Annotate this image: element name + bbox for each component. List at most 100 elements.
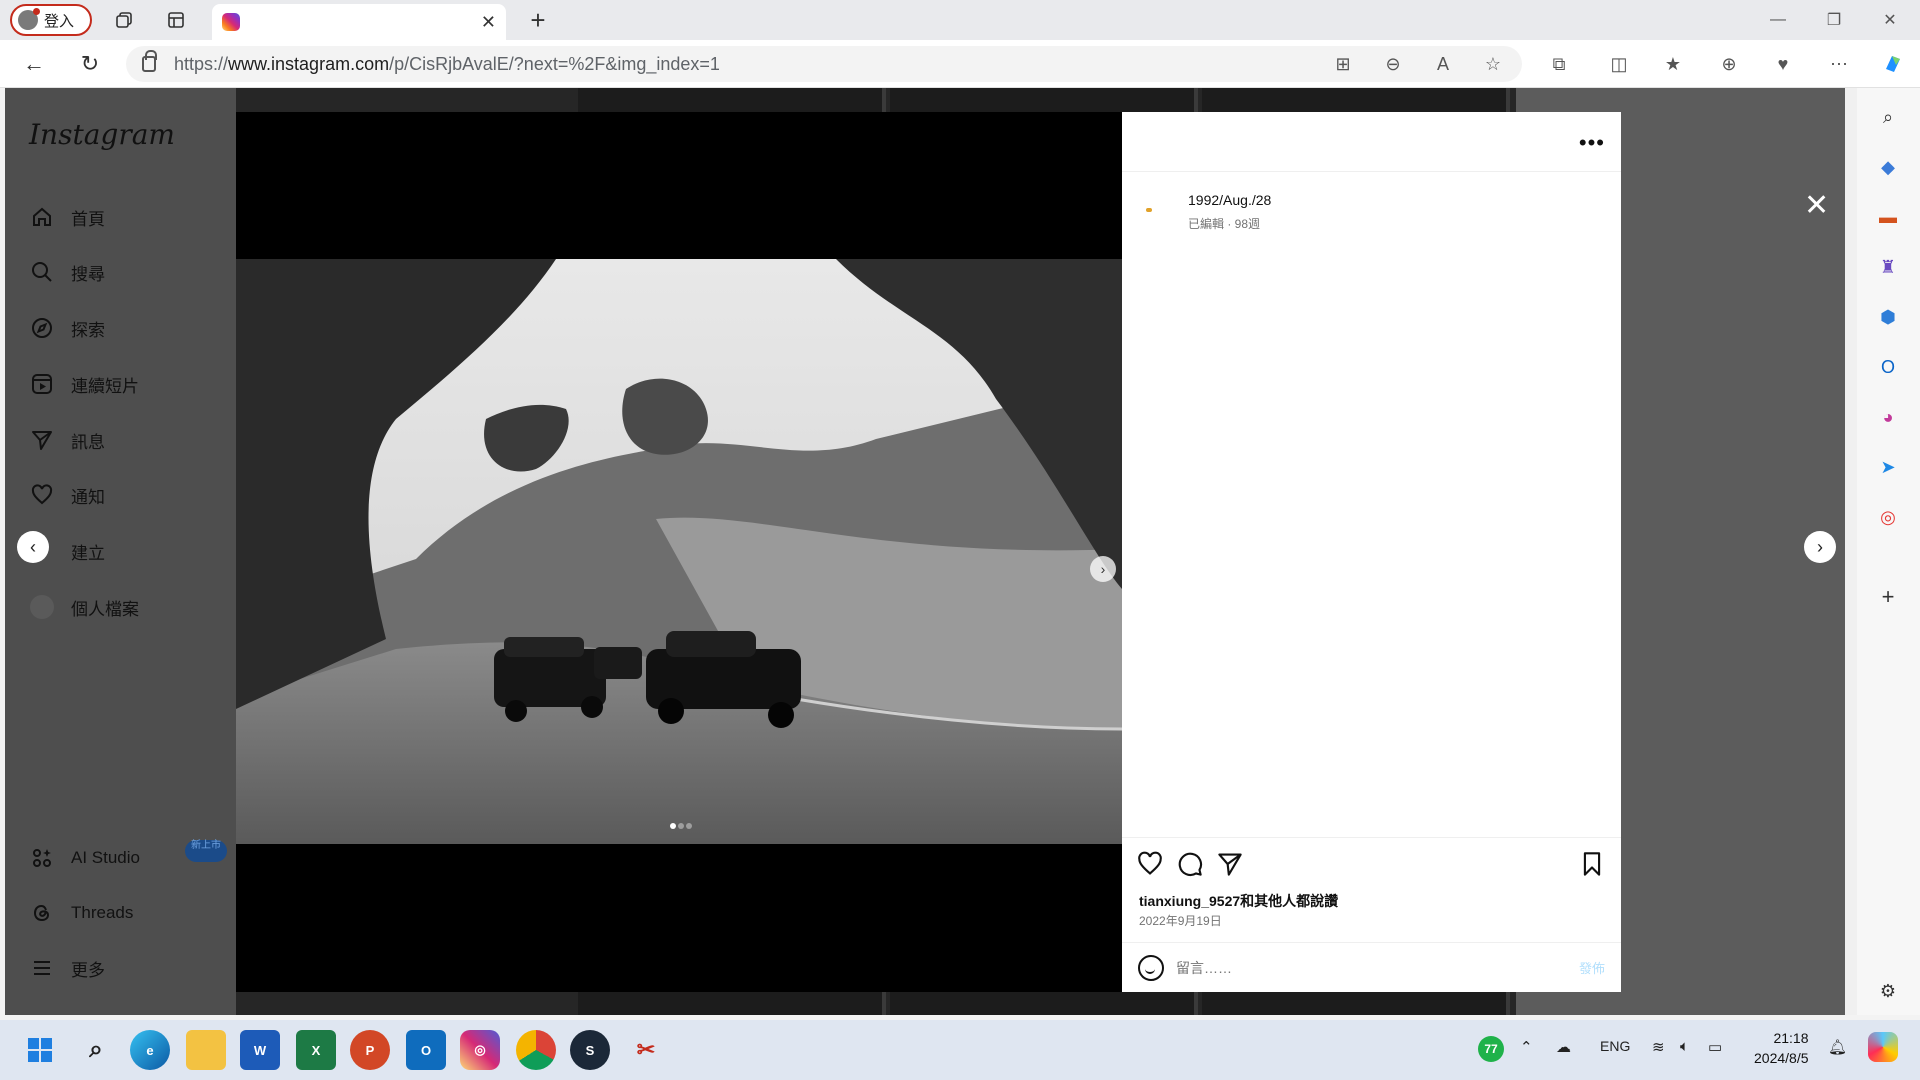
page-scrollbar[interactable] [1845,88,1857,1015]
battery-level-badge[interactable]: 77 [1478,1036,1504,1062]
windows-taskbar: ⌕ e W X P O ◎ S ✂ 77 ⌃ ☁ ENG ≋ 🔈︎ ▭ 21:1… [0,1020,1920,1080]
emoji-icon[interactable] [1138,954,1164,981]
file-explorer-icon[interactable] [186,1030,226,1070]
games-icon[interactable]: ♜ [1873,252,1903,282]
tools-icon[interactable]: ▬ [1873,202,1903,232]
lock-icon [142,50,157,72]
post-comment-button[interactable]: 發佈 [1579,958,1605,977]
settings-more-icon[interactable]: ⋯ [1822,48,1856,80]
bookmark-icon[interactable] [1578,850,1606,878]
new-tab-button[interactable]: + [520,4,556,36]
nav-messages[interactable]: 訊息 [29,420,105,460]
nav-profile-label: 個人檔案 [71,599,139,619]
excel-icon[interactable]: X [296,1030,336,1070]
volume-icon[interactable]: 🔈︎ [1680,1038,1689,1055]
window-close-icon[interactable]: ✕ [1862,4,1918,36]
author-avatar[interactable] [1146,208,1152,212]
like-heart-icon[interactable] [1136,850,1164,878]
post-details-panel: ••• 1992/Aug./28 已編輯 · 98週 tianxiung_952… [1122,112,1621,992]
nav-search[interactable]: 搜尋 [29,252,105,292]
language-indicator[interactable]: ENG [1600,1038,1630,1054]
nav-more[interactable]: 更多 [29,948,105,988]
nav-explore[interactable]: 探索 [29,308,105,348]
grid-thumbnail [1202,88,1510,112]
outlook-taskbar-icon[interactable]: O [406,1030,446,1070]
taskbar-search-icon[interactable]: ⌕ [76,1030,116,1070]
split-screen-icon[interactable]: ◫ [1602,48,1636,80]
instagram-logo[interactable]: Instagram [29,118,175,151]
telegram-icon[interactable]: ➤ [1873,452,1903,482]
likes-summary[interactable]: tianxiung_9527和其他人都說讚 [1139,891,1338,911]
onedrive-icon[interactable]: ☁ [1556,1038,1571,1056]
close-modal-icon[interactable]: ✕ [1804,188,1829,223]
nav-home[interactable]: 首頁 [29,197,105,237]
instagram-app-icon[interactable]: ◎ [460,1030,500,1070]
nav-reels[interactable]: 連續短片 [29,364,139,404]
post-caption: 1992/Aug./28 [1188,192,1272,208]
tab-close-icon[interactable]: ✕ [481,12,496,33]
copilot-icon[interactable] [1876,48,1910,80]
share-send-icon[interactable] [1216,850,1244,878]
sidebar-settings-icon[interactable]: ⚙ [1873,976,1903,1006]
comment-input[interactable] [1176,959,1556,976]
grid-thumbnail [578,88,886,112]
restore-icon[interactable]: ❐ [1806,4,1862,36]
back-arrow-icon[interactable]: ← [16,48,52,80]
reels-icon [29,371,55,397]
ring-app-icon[interactable]: ◎ [1873,502,1903,532]
post-date[interactable]: 2022年9月19日 [1139,912,1222,929]
windows-start-icon[interactable] [20,1030,60,1070]
shopping-tag-icon[interactable]: ◆ [1873,152,1903,182]
microsoft365-icon[interactable]: ⬢ [1873,302,1903,332]
chrome-icon[interactable] [516,1030,556,1070]
read-aloud-icon[interactable]: A [1426,48,1460,80]
comment-bubble-icon[interactable] [1176,850,1204,878]
nav-notifications-label: 通知 [71,487,105,507]
system-clock[interactable]: 21:18 2024/8/5 [1754,1028,1809,1068]
nav-ai-studio[interactable]: AI Studio [29,838,140,878]
favorite-star-icon[interactable]: ☆ [1476,48,1510,80]
more-options-icon[interactable]: ••• [1579,130,1605,156]
powerpoint-icon[interactable]: P [350,1030,390,1070]
outlook-icon[interactable]: O [1873,352,1903,382]
image-next-button[interactable]: › [1090,556,1116,582]
copilot-taskbar-icon[interactable] [1868,1032,1898,1062]
collections-icon[interactable]: ⊕ [1712,48,1746,80]
nav-profile[interactable]: 個人檔案 [29,587,139,627]
post-media-viewer: › [236,112,1122,992]
designer-icon[interactable]: ◕ [1873,402,1903,432]
url-field[interactable]: https://www.instagram.com/p/CisRjbAvalE/… [126,46,1522,82]
next-post-button[interactable]: › [1804,531,1836,563]
snipping-tool-icon[interactable]: ✂ [626,1030,666,1070]
battery-icon[interactable]: ▭ [1708,1038,1722,1056]
extensions-icon[interactable]: ⧉ [1542,48,1576,80]
favorites-icon[interactable]: ★ [1656,48,1690,80]
wifi-icon[interactable]: ≋ [1652,1038,1665,1056]
steam-icon[interactable]: S [570,1030,610,1070]
browser-essentials-icon[interactable]: ♥ [1766,48,1800,80]
nav-threads-label: Threads [71,903,134,922]
workspaces-icon[interactable] [106,4,142,36]
compass-icon [29,315,55,341]
previous-post-button[interactable]: ‹ [17,531,49,563]
minimize-icon[interactable]: — [1750,4,1806,36]
profile-button[interactable]: 登入 [10,4,92,36]
menu-icon [29,955,55,981]
nav-notifications[interactable]: 通知 [29,475,105,515]
tray-overflow-icon[interactable]: ⌃ [1520,1038,1533,1056]
zoom-out-icon[interactable]: ⊖ [1376,48,1410,80]
nav-threads[interactable]: Threads [29,893,133,933]
refresh-icon[interactable]: ↻ [72,48,108,80]
vertical-tabs-icon[interactable] [158,4,194,36]
nav-messages-label: 訊息 [71,432,105,452]
notification-bell-icon[interactable]: 🔔︎ [1828,1038,1847,1056]
tab-instagram[interactable]: ✕ [212,4,506,40]
edge-browser-icon[interactable]: e [130,1030,170,1070]
nav-explore-label: 探索 [71,320,105,340]
app-available-icon[interactable]: ⊞ [1326,48,1360,80]
grid-thumbnail [890,992,1198,1015]
sidebar-search-icon[interactable]: ⌕ [1873,102,1903,132]
word-icon[interactable]: W [240,1030,280,1070]
add-sidebar-app-icon[interactable]: + [1873,582,1903,612]
nav-reels-label: 連續短片 [71,376,139,396]
